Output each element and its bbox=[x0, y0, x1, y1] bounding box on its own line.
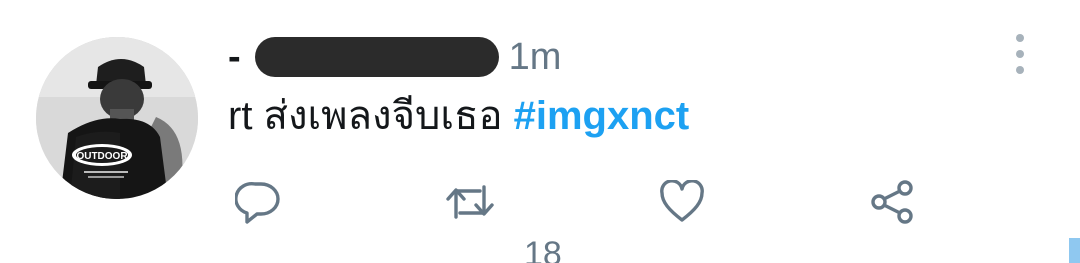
avatar-photo: OUTDOOR bbox=[36, 37, 198, 199]
like-button[interactable] bbox=[658, 178, 706, 226]
tweet-header: - 1m bbox=[228, 32, 561, 82]
reply-icon bbox=[235, 182, 280, 224]
avatar[interactable]: OUTDOOR bbox=[36, 37, 198, 199]
more-vertical-icon[interactable] bbox=[1006, 34, 1034, 74]
tweet-card[interactable]: OUTDOOR - 1m rt ส่งเพลงจีบเธอ #imgxnct 1… bbox=[0, 0, 1080, 263]
tweet-text: rt ส่งเพลงจีบเธอ #imgxnct bbox=[228, 92, 689, 140]
retweet-icon bbox=[446, 185, 494, 219]
heart-icon bbox=[660, 180, 704, 222]
more-dot bbox=[1016, 34, 1024, 42]
redacted-handle bbox=[254, 37, 499, 77]
display-name[interactable]: - bbox=[228, 36, 241, 79]
more-dot bbox=[1016, 50, 1024, 58]
reply-button[interactable] bbox=[234, 178, 282, 226]
avatar-logo-text: OUTDOOR bbox=[76, 151, 128, 162]
more-dot bbox=[1016, 66, 1024, 74]
share-icon bbox=[871, 180, 913, 224]
timestamp[interactable]: 1m bbox=[509, 36, 562, 79]
scrollbar-thumb[interactable] bbox=[1069, 238, 1080, 263]
hashtag-link[interactable]: #imgxnct bbox=[514, 94, 690, 138]
next-item-count: 18 bbox=[524, 235, 562, 263]
share-button[interactable] bbox=[868, 178, 916, 226]
retweet-button[interactable] bbox=[446, 178, 494, 226]
tweet-body-text: rt ส่งเพลงจีบเธอ bbox=[228, 94, 514, 138]
